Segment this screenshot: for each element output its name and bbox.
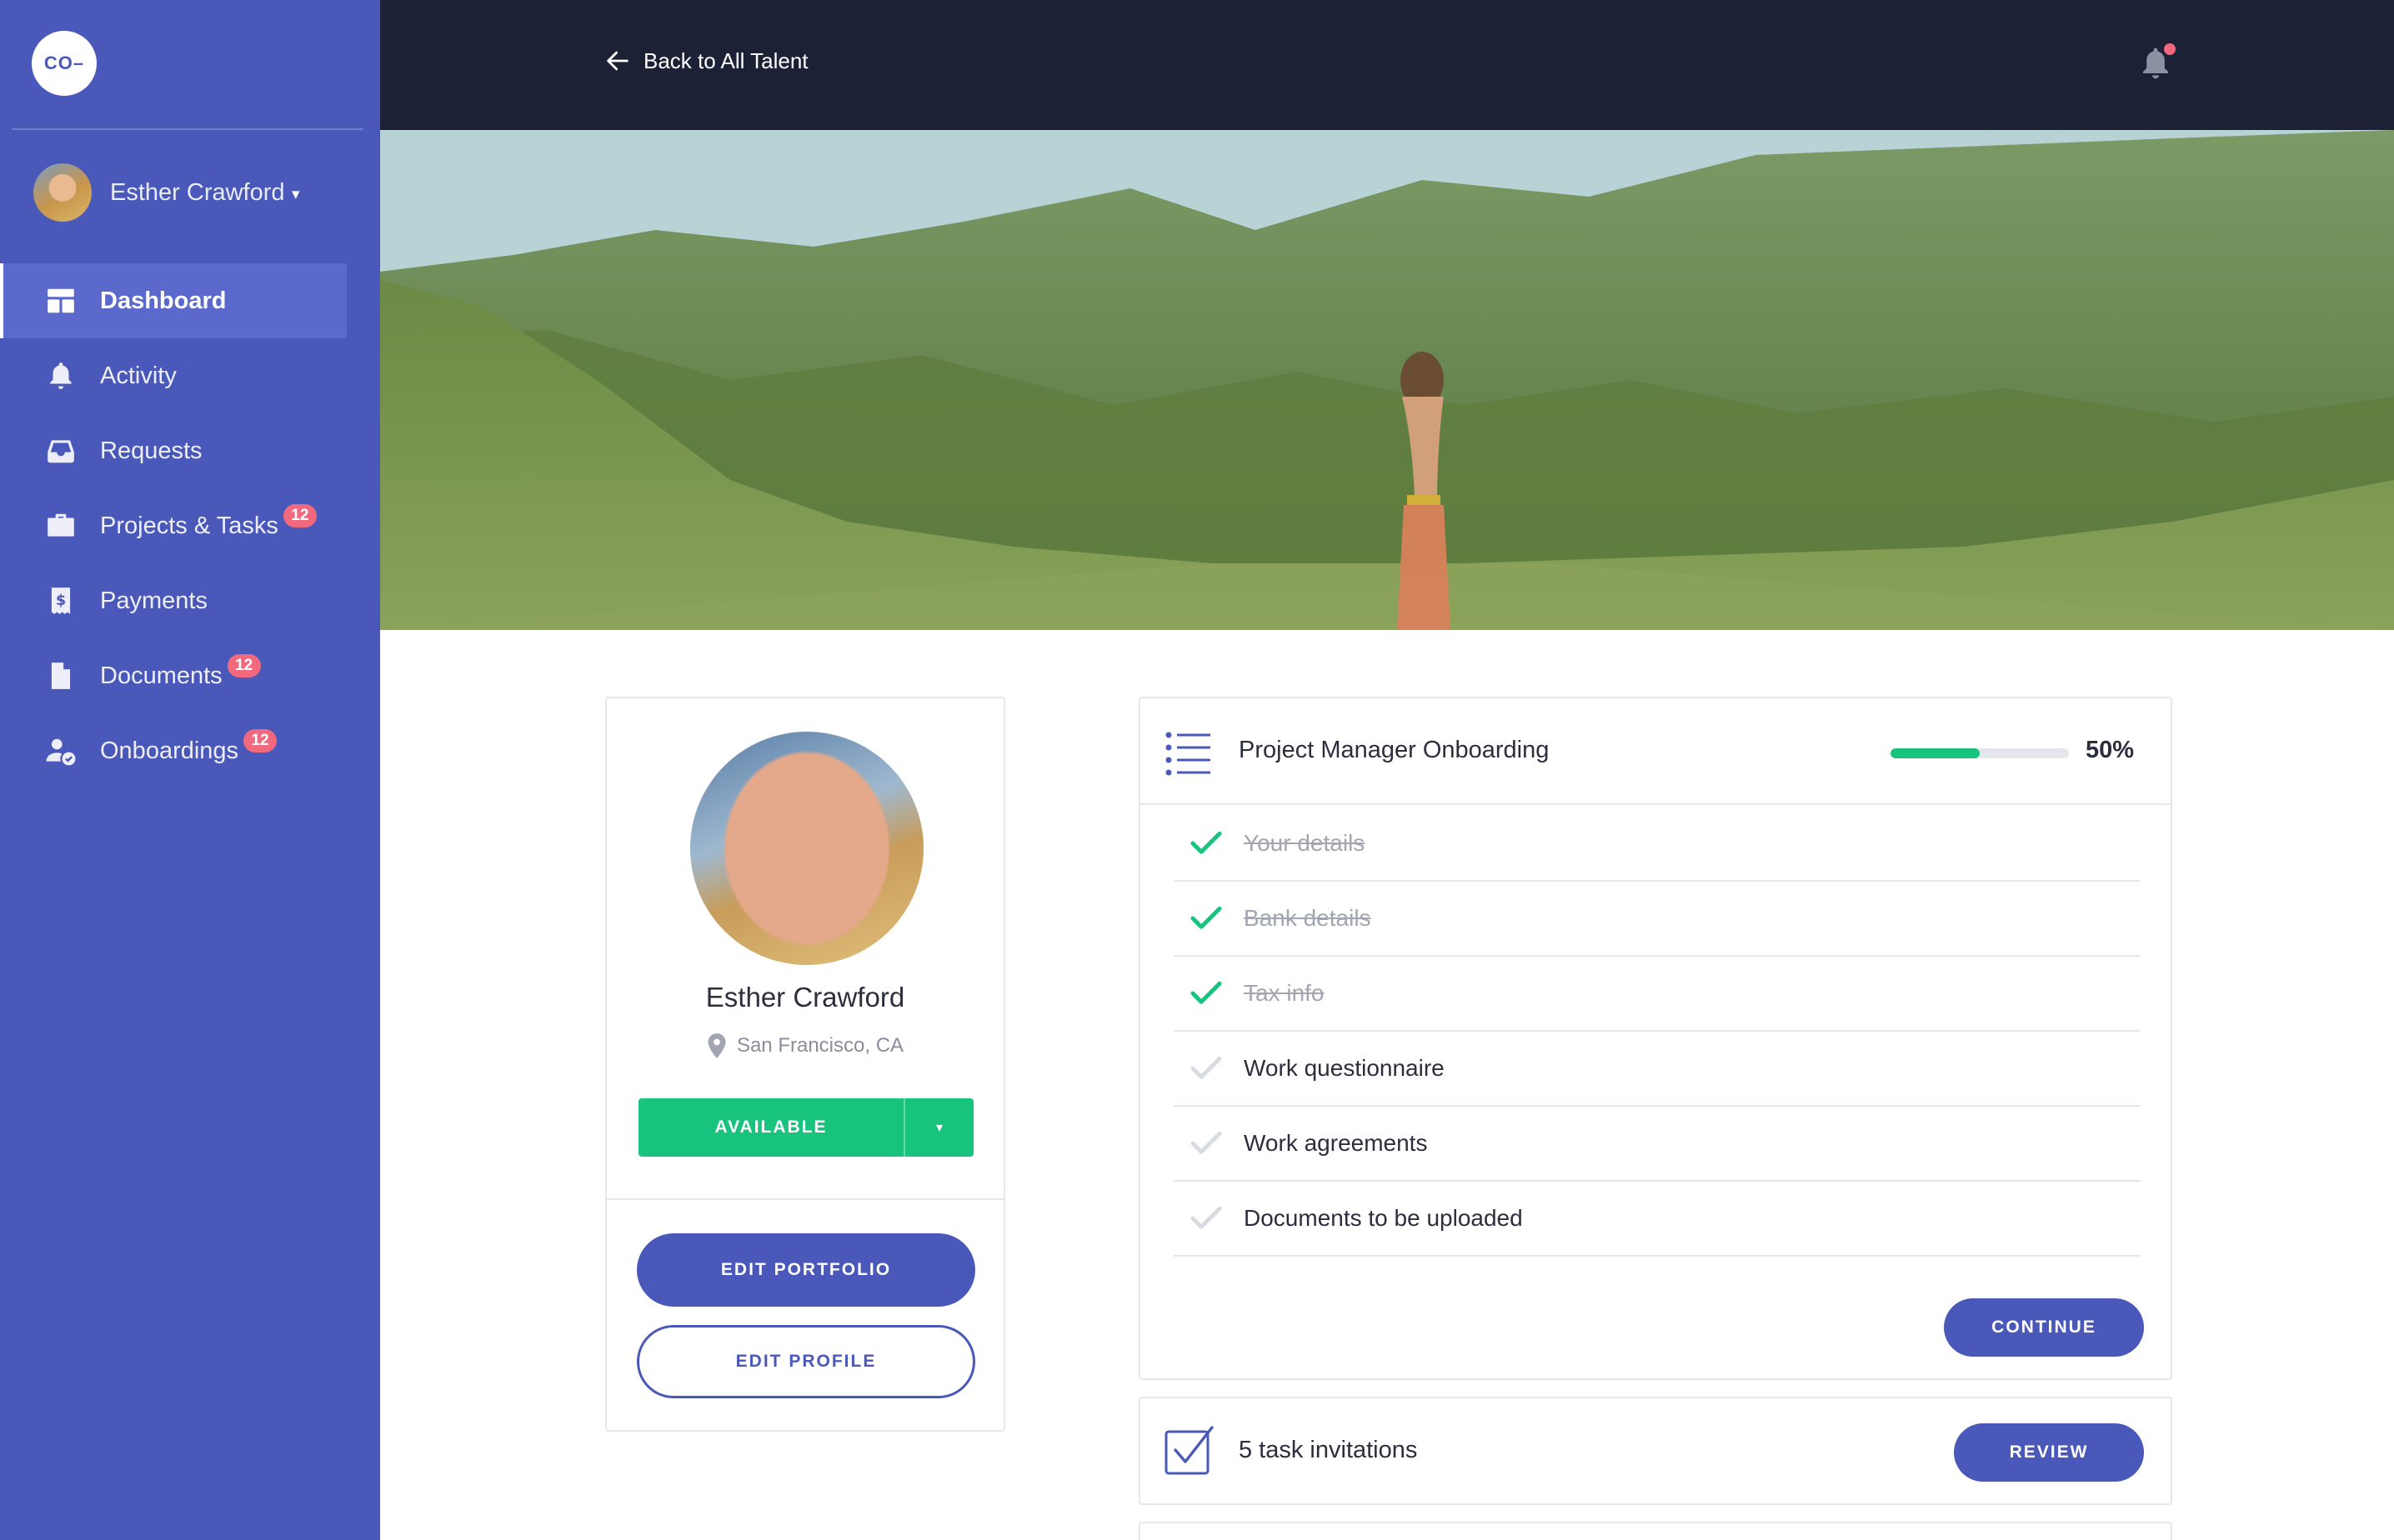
profile-card: Esther Crawford San Francisco, CA AVAILA…	[605, 697, 1005, 1432]
step-label: Work agreements	[1244, 1130, 1428, 1156]
list-item[interactable]: Work questionnaire	[1174, 1032, 2141, 1107]
count-badge: 12	[227, 654, 261, 678]
cover-photo	[380, 130, 2394, 630]
mountain-landscape-image	[380, 130, 2394, 630]
sidebar-item-label: Projects & Tasks	[100, 512, 278, 539]
profile-name: Esther Crawford	[705, 982, 905, 1012]
progress-fill	[1891, 748, 1980, 758]
onboarding-card: Project Manager Onboarding 50% Your deta…	[1139, 697, 2172, 1380]
chevron-down-icon[interactable]: ▾	[292, 185, 300, 204]
sidebar-item-label: Dashboard	[100, 287, 227, 314]
onboarding-title: Project Manager Onboarding	[1239, 737, 1550, 763]
sidebar-item-documents[interactable]: Documents 12	[0, 638, 380, 713]
edit-portfolio-button[interactable]: EDIT PORTFOLIO	[637, 1233, 975, 1307]
step-label: Documents to be uploaded	[1244, 1205, 1523, 1231]
onboarding-steps: Your details Bank details Tax info Work …	[1174, 807, 2141, 1257]
sidebar-item-onboardings[interactable]: Onboardings 12	[0, 713, 380, 788]
checklist-icon	[1165, 732, 1210, 776]
continue-button[interactable]: CONTINUE	[1944, 1298, 2144, 1357]
step-label: Tax info	[1244, 980, 1325, 1006]
sidebar-item-label: Documents	[100, 662, 223, 689]
count-badge: 12	[243, 729, 278, 752]
onboarding-header: Project Manager Onboarding 50%	[1140, 698, 2171, 805]
availability-dropdown[interactable]: AVAILABLE ▾	[639, 1098, 974, 1157]
sidebar-item-activity[interactable]: Activity	[0, 338, 380, 413]
location-pin-icon	[708, 1033, 726, 1058]
progress-bar	[1891, 748, 2069, 758]
arrow-left-icon	[607, 51, 629, 71]
sidebar-item-label: Requests	[100, 437, 203, 464]
document-icon	[45, 660, 77, 692]
avatar	[33, 163, 92, 222]
step-label: Bank details	[1244, 905, 1371, 931]
list-item[interactable]: Work agreements	[1174, 1107, 2141, 1182]
next-card	[1139, 1522, 2172, 1540]
sidebar-nav: Dashboard Activity Requests Projects & T…	[0, 263, 380, 788]
user-name: Esther Crawford	[110, 178, 285, 206]
step-label: Work questionnaire	[1244, 1055, 1445, 1081]
top-bar: Back to All Talent	[380, 0, 2394, 130]
sidebar-item-label: Activity	[100, 362, 177, 389]
task-invitations-card: 5 task invitations REVIEW	[1139, 1397, 2172, 1505]
check-icon	[1190, 831, 1222, 854]
profile-avatar	[690, 732, 924, 965]
step-label: Your details	[1244, 830, 1365, 856]
check-icon	[1190, 981, 1222, 1004]
notifications-button[interactable]	[2139, 43, 2176, 83]
sidebar: CO– Esther Crawford ▾ Dashboard Activity…	[0, 0, 380, 1540]
list-item[interactable]: Documents to be uploaded	[1174, 1182, 2141, 1257]
app-logo[interactable]: CO–	[32, 31, 97, 96]
back-link-label: Back to All Talent	[644, 48, 809, 73]
card-divider	[607, 1198, 1004, 1200]
dollar-doc-icon: $	[45, 585, 77, 617]
list-item[interactable]: Your details	[1174, 807, 2141, 882]
sidebar-item-label: Onboardings	[100, 737, 239, 764]
sidebar-item-dashboard[interactable]: Dashboard	[0, 263, 347, 338]
progress-percent: 50%	[2086, 737, 2135, 763]
sidebar-item-requests[interactable]: Requests	[0, 413, 380, 488]
check-icon	[1190, 1131, 1222, 1154]
svg-text:$: $	[56, 592, 66, 609]
sidebar-item-label: Payments	[100, 587, 208, 614]
checkbox-icon	[1164, 1426, 1214, 1475]
user-check-icon	[45, 735, 77, 767]
check-icon	[1190, 1206, 1222, 1229]
edit-profile-button[interactable]: EDIT PROFILE	[637, 1325, 975, 1398]
sidebar-item-payments[interactable]: $ Payments	[0, 563, 380, 638]
back-to-talent-link[interactable]: Back to All Talent	[604, 47, 809, 75]
list-item[interactable]: Tax info	[1174, 957, 2141, 1032]
sidebar-item-projects-tasks[interactable]: Projects & Tasks 12	[0, 488, 380, 563]
availability-label: AVAILABLE	[639, 1098, 905, 1157]
sidebar-divider	[12, 128, 363, 130]
user-menu[interactable]: Esther Crawford	[33, 163, 285, 222]
check-icon	[1190, 1056, 1222, 1079]
review-button[interactable]: REVIEW	[1954, 1423, 2144, 1482]
count-badge: 12	[283, 504, 317, 528]
notification-dot	[2164, 43, 2176, 55]
list-item[interactable]: Bank details	[1174, 882, 2141, 957]
dashboard-icon	[45, 285, 77, 317]
briefcase-icon	[45, 510, 77, 542]
check-icon	[1190, 906, 1222, 929]
inbox-icon	[45, 435, 77, 467]
location-label: San Francisco, CA	[736, 1034, 904, 1057]
task-invitations-label: 5 task invitations	[1239, 1437, 1418, 1463]
profile-location: San Francisco, CA	[607, 1033, 1004, 1058]
chevron-down-icon[interactable]: ▾	[905, 1098, 974, 1157]
bell-icon	[45, 360, 77, 392]
